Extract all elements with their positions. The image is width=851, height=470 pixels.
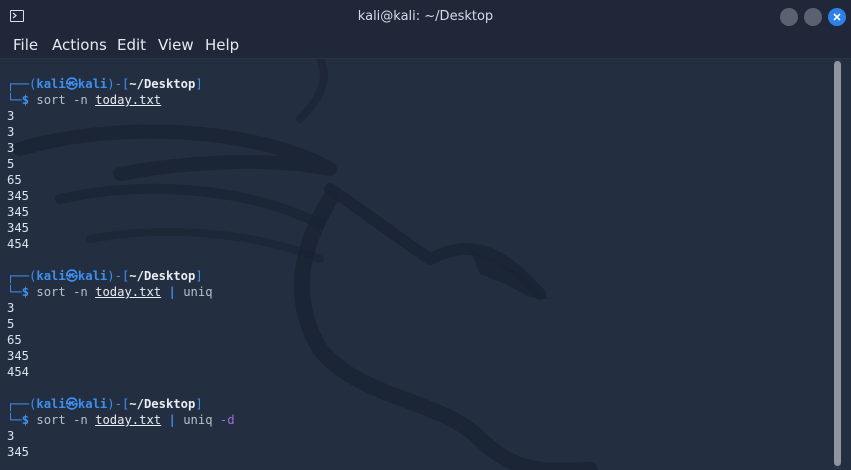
output-line: 345	[7, 349, 30, 363]
prompt-directory: ~/Desktop	[129, 269, 196, 283]
prompt-symbol: $	[21, 93, 30, 107]
prompt-host: kali	[77, 77, 108, 91]
prompt-decoration: ┌──(	[7, 77, 37, 91]
output-line: 454	[7, 237, 30, 251]
prompt-header: ┌──(kali㉿kali)-[~/Desktop]	[7, 396, 203, 412]
prompt-decoration: ┌──(	[7, 269, 37, 283]
prompt-host: kali	[77, 269, 108, 283]
prompt-user: kali	[36, 77, 66, 91]
window-title: kali@kali: ~/Desktop	[357, 9, 494, 24]
output-line: 454	[7, 365, 30, 379]
command-file-arg: today.txt	[95, 285, 162, 299]
output-line: 5	[7, 157, 15, 171]
command-pipe: |	[168, 285, 176, 299]
prompt-directory: ~/Desktop	[129, 397, 196, 411]
menu-file[interactable]: File	[13, 36, 38, 54]
command-name: uniq	[183, 285, 213, 299]
prompt-decoration: ]	[195, 397, 203, 411]
maximize-button[interactable]	[804, 8, 822, 26]
output-line: 3	[7, 301, 15, 315]
prompt-decoration: )-[	[107, 397, 130, 411]
prompt-header: ┌──(kali㉿kali)-[~/Desktop]	[7, 76, 203, 92]
prompt-symbol: $	[21, 413, 30, 427]
output-line: 3	[7, 109, 15, 123]
terminal-output[interactable]: ┌──(kali㉿kali)-[~/Desktop] └─$ sort -n to…	[0, 59, 851, 470]
menu-help[interactable]: Help	[205, 36, 239, 54]
output-line: 345	[7, 205, 30, 219]
menu-edit[interactable]: Edit	[117, 36, 146, 54]
prompt-symbol: $	[21, 285, 30, 299]
command-line: └─$ sort -n today.txt | uniq	[7, 284, 213, 300]
output-line: 65	[7, 333, 22, 347]
prompt-decoration: └─	[7, 413, 22, 427]
output-line: 3	[7, 429, 15, 443]
prompt-separator: ㉿	[65, 77, 78, 91]
close-button[interactable]	[828, 8, 846, 26]
command-file-arg: today.txt	[95, 93, 162, 107]
command-flag: -n	[73, 285, 88, 299]
command-flag: -n	[73, 93, 88, 107]
prompt-host: kali	[77, 397, 108, 411]
prompt-directory: ~/Desktop	[129, 77, 196, 91]
title-bar[interactable]: kali@kali: ~/Desktop	[0, 0, 851, 34]
prompt-decoration: )-[	[107, 77, 130, 91]
prompt-decoration: ┌──(	[7, 397, 37, 411]
prompt-decoration: ]	[195, 77, 203, 91]
output-line: 3	[7, 125, 15, 139]
output-line: 65	[7, 173, 22, 187]
command-line: └─$ sort -n today.txt	[7, 92, 161, 108]
output-line: 345	[7, 445, 30, 459]
menu-actions[interactable]: Actions	[52, 36, 107, 54]
command-name: sort	[36, 285, 66, 299]
prompt-decoration: └─	[7, 285, 22, 299]
command-file-arg: today.txt	[95, 413, 162, 427]
command-name: sort	[36, 93, 66, 107]
command-name: uniq	[183, 413, 213, 427]
prompt-decoration: └─	[7, 93, 22, 107]
prompt-decoration: )-[	[107, 269, 130, 283]
minimize-button[interactable]	[780, 8, 798, 26]
menu-bar: File Actions Edit View Help	[0, 34, 851, 59]
command-flag: -n	[73, 413, 88, 427]
output-line: 345	[7, 221, 30, 235]
terminal-window: kali@kali: ~/Desktop File Actions Edit V…	[0, 0, 851, 470]
menu-view[interactable]: View	[158, 36, 194, 54]
prompt-user: kali	[36, 269, 66, 283]
scrollbar-thumb[interactable]	[834, 61, 841, 466]
command-flag: -d	[219, 413, 235, 427]
prompt-separator: ㉿	[65, 269, 78, 283]
prompt-decoration: ]	[195, 269, 203, 283]
prompt-separator: ㉿	[65, 397, 78, 411]
prompt-user: kali	[36, 397, 66, 411]
output-line: 345	[7, 189, 30, 203]
command-name: sort	[36, 413, 66, 427]
command-line: └─$ sort -n today.txt | uniq -d	[7, 412, 235, 428]
prompt-header: ┌──(kali㉿kali)-[~/Desktop]	[7, 268, 203, 284]
output-line: 5	[7, 317, 15, 331]
output-line: 3	[7, 141, 15, 155]
command-pipe: |	[168, 413, 176, 427]
